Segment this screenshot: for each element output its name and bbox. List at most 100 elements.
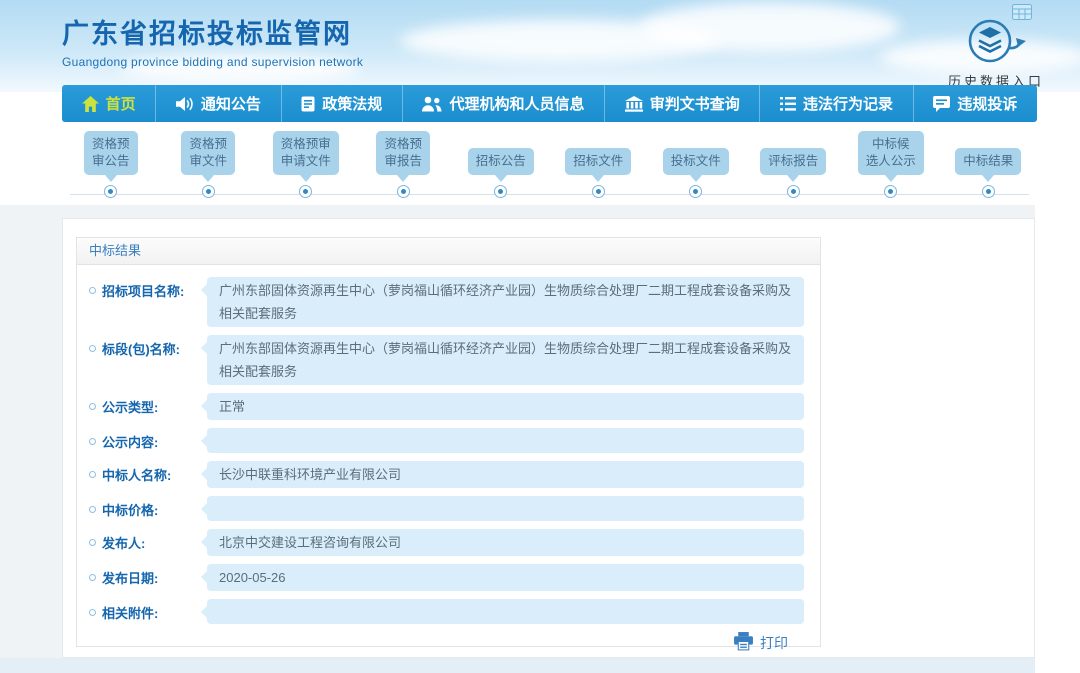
bubble-tail (300, 175, 312, 182)
timeline-dot (884, 185, 897, 198)
content-container: 中标结果 招标项目名称: 广州东部固体资源再生中心（萝岗福山循环经济产业园）生物… (62, 218, 1035, 658)
timeline-dot (202, 185, 215, 198)
timeline-dot (982, 185, 995, 198)
chat-icon (933, 96, 950, 112)
site-title: 广东省招标投标监管网 (62, 12, 363, 51)
bullet-icon (89, 471, 96, 478)
bubble-tail (787, 175, 799, 182)
step-tender-announcement[interactable]: 招标公告 (452, 128, 550, 206)
step-label: 评标报告 (760, 148, 826, 175)
field-row-publish-date: 发布日期: 2020-05-26 (89, 564, 804, 591)
timeline-dot (104, 185, 117, 198)
nav-item-label: 审判文书查询 (650, 93, 740, 114)
main-navigation: 首页 通知公告 政策法规 (62, 85, 1037, 122)
panel-title: 中标结果 (77, 238, 820, 265)
bubble-tail (495, 175, 507, 182)
main-content-area: 中标结果 招标项目名称: 广州东部固体资源再生中心（萝岗福山循环经济产业园）生物… (0, 205, 1035, 658)
bullet-icon (89, 506, 96, 513)
history-data-entry[interactable]: 历史数据入口 (936, 18, 1056, 90)
award-result-panel: 中标结果 招标项目名称: 广州东部固体资源再生中心（萝岗福山循环经济产业园）生物… (76, 237, 821, 647)
nav-item-label: 政策法规 (322, 93, 382, 114)
step-label: 投标文件 (663, 148, 729, 175)
field-row-publisher: 发布人: 北京中交建设工程咨询有限公司 (89, 529, 804, 556)
site-logo[interactable]: 广东省招标投标监管网 Guangdong province bidding an… (62, 12, 363, 69)
site-subtitle: Guangdong province bidding and supervisi… (62, 55, 363, 69)
step-label: 资格预 审报告 (376, 131, 430, 175)
step-award-result[interactable]: 中标结果 (940, 128, 1038, 206)
bullet-icon (89, 438, 96, 445)
bullet-icon (89, 539, 96, 546)
field-label: 公示内容: (89, 428, 207, 451)
home-icon (82, 96, 99, 112)
field-label: 发布日期: (89, 564, 207, 587)
step-label: 中标结果 (955, 148, 1021, 175)
print-button-label: 打印 (760, 633, 788, 653)
print-button[interactable]: 打印 (89, 632, 804, 654)
field-row-publicity-content: 公示内容: (89, 428, 804, 453)
nav-item-label: 通知公告 (201, 93, 261, 114)
nav-item-agencies[interactable]: 代理机构和人员信息 (403, 85, 605, 122)
field-row-winning-price: 中标价格: (89, 496, 804, 521)
step-tender-document[interactable]: 招标文件 (550, 128, 648, 206)
step-prequal-application[interactable]: 资格预审 申请文件 (257, 128, 355, 206)
bullet-icon (89, 574, 96, 581)
field-label: 中标价格: (89, 496, 207, 519)
process-steps: 资格预 审公告 资格预 审文件 资格预审 申请文件 资格预 审报告 招标公告 招… (62, 128, 1037, 206)
history-layers-icon (964, 51, 1028, 68)
bank-icon (625, 96, 643, 112)
nav-item-label: 首页 (106, 93, 136, 114)
nav-item-label: 代理机构和人员信息 (449, 93, 584, 114)
step-prequal-document[interactable]: 资格预 审文件 (160, 128, 258, 206)
field-row-section-name: 标段(包)名称: 广州东部固体资源再生中心（萝岗福山循环经济产业园）生物质综合处… (89, 335, 804, 385)
bubble-tail (885, 175, 897, 182)
field-label: 招标项目名称: (89, 277, 207, 300)
bullet-icon (89, 403, 96, 410)
timeline-dot (397, 185, 410, 198)
speaker-icon (176, 96, 194, 112)
field-label: 标段(包)名称: (89, 335, 207, 358)
step-prequal-announcement[interactable]: 资格预 审公告 (62, 128, 160, 206)
document-icon (301, 96, 315, 112)
bubble-tail (592, 175, 604, 182)
list-icon (780, 97, 796, 111)
nav-item-judgments[interactable]: 审判文书查询 (605, 85, 760, 122)
bubble-tail (982, 175, 994, 182)
field-value (207, 599, 804, 624)
nav-item-violations[interactable]: 违法行为记录 (760, 85, 913, 122)
bubble-tail (105, 175, 117, 182)
nav-item-label: 违规投诉 (957, 93, 1017, 114)
bubble-tail (202, 175, 214, 182)
timeline-dot (689, 185, 702, 198)
field-row-project-name: 招标项目名称: 广州东部固体资源再生中心（萝岗福山循环经济产业园）生物质综合处理… (89, 277, 804, 327)
field-value (207, 496, 804, 521)
timeline-dot (787, 185, 800, 198)
nav-item-label: 违法行为记录 (803, 93, 893, 114)
step-candidate-publicity[interactable]: 中标候 选人公示 (842, 128, 940, 206)
nav-item-notices[interactable]: 通知公告 (156, 85, 281, 122)
bubble-tail (690, 175, 702, 182)
field-value: 广州东部固体资源再生中心（萝岗福山循环经济产业园）生物质综合处理厂二期工程成套设… (207, 335, 804, 385)
field-row-attachments: 相关附件: (89, 599, 804, 624)
field-row-publicity-type: 公示类型: 正常 (89, 393, 804, 420)
field-label: 公示类型: (89, 393, 207, 416)
timeline-dot (494, 185, 507, 198)
step-evaluation-report[interactable]: 评标报告 (745, 128, 843, 206)
step-bid-document[interactable]: 投标文件 (647, 128, 745, 206)
nav-item-complaints[interactable]: 违规投诉 (914, 85, 1037, 122)
printer-icon (733, 632, 754, 654)
field-row-winner-name: 中标人名称: 长沙中联重科环境产业有限公司 (89, 461, 804, 488)
field-value: 2020-05-26 (207, 564, 804, 591)
step-prequal-report[interactable]: 资格预 审报告 (355, 128, 453, 206)
field-label: 相关附件: (89, 599, 207, 622)
step-label: 资格预 审公告 (84, 131, 138, 175)
bullet-icon (89, 287, 96, 294)
field-value (207, 428, 804, 453)
footer-strip (0, 658, 1035, 673)
timeline-dot (592, 185, 605, 198)
people-icon (422, 96, 442, 112)
bullet-icon (89, 609, 96, 616)
nav-item-policies[interactable]: 政策法规 (282, 85, 403, 122)
nav-item-home[interactable]: 首页 (62, 85, 156, 122)
timeline-dot (299, 185, 312, 198)
bubble-tail (397, 175, 409, 182)
